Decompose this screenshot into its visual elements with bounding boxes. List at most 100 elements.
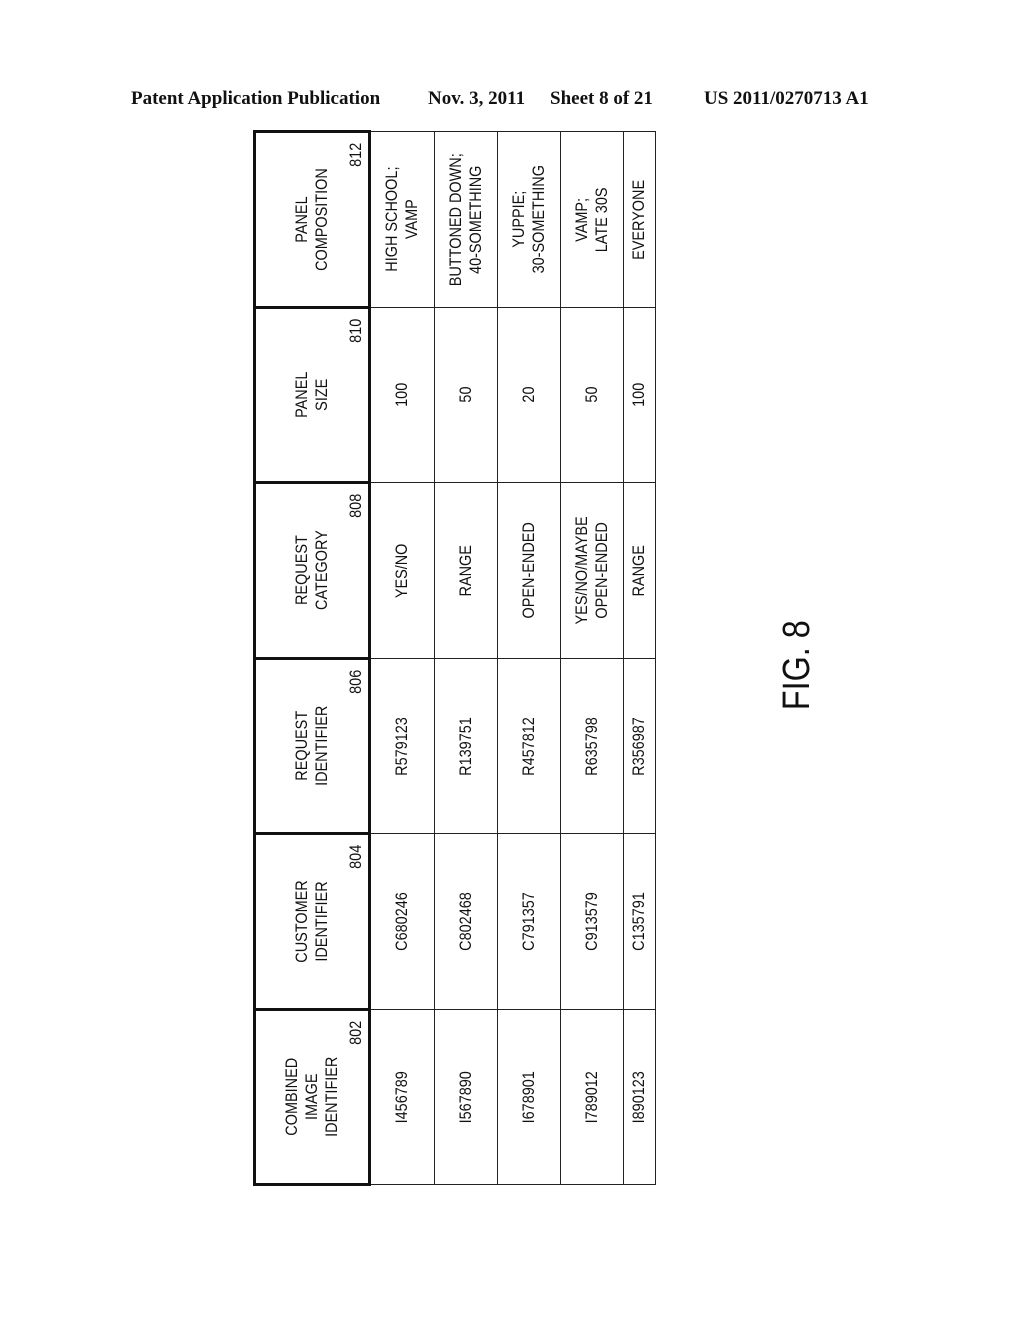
cell-text: C680246 xyxy=(392,892,412,951)
cell-text: RANGE xyxy=(455,544,475,597)
cell-text: 30-SOMETHING xyxy=(528,165,548,274)
table-row: I456789 C680246 R579123 YES/NO 100 HIGH SCHOO… xyxy=(369,131,435,1185)
table-cell: I890123 xyxy=(623,1009,656,1185)
column-header-line: REQUEST xyxy=(292,535,311,606)
sheet-number: Sheet 8 of 21 xyxy=(550,88,653,109)
table-cell: I789012 xyxy=(560,1009,624,1185)
table-cell: HIGH SCHOOL; VAMP xyxy=(369,131,435,308)
cell-text: 100 xyxy=(392,382,412,408)
publication-date: Nov. 3, 2011 xyxy=(428,88,526,109)
cell-text: BUTTONED DOWN; xyxy=(445,153,465,286)
table-cell: R356987 xyxy=(623,658,656,834)
table-cell: RANGE xyxy=(434,482,498,659)
cell-text: LATE 30S xyxy=(591,187,611,252)
cell-text: OPEN-ENDED xyxy=(591,522,611,619)
cell-text: HIGH SCHOOL; xyxy=(382,166,402,273)
cell-text: VAMP; xyxy=(571,197,591,242)
table-row: I567890 C802468 R139751 RANGE 50 BUTTONED DOW… xyxy=(434,131,498,1185)
reference-numeral: 804 xyxy=(346,845,365,870)
table-cell: 100 xyxy=(369,307,435,483)
cell-text: YES/NO/MAYBE xyxy=(571,516,591,625)
column-header-line: CATEGORY xyxy=(312,530,331,611)
cell-text: YES/NO xyxy=(392,543,412,598)
cell-text: R356987 xyxy=(629,716,649,776)
reference-numeral: 806 xyxy=(346,670,365,695)
cell-text: 100 xyxy=(629,382,649,408)
column-header-line: IDENTIFIER xyxy=(312,705,331,787)
table-cell: 100 xyxy=(623,307,656,483)
table-cell: R139751 xyxy=(434,658,498,834)
rotated-table-container: COMBINED IMAGE IDENTIFIER 802 CUSTOMER IDENTI… xyxy=(253,131,656,1186)
cell-text: R139751 xyxy=(455,716,475,776)
cell-text: 40-SOMETHING xyxy=(465,165,485,274)
table-cell: C680246 xyxy=(369,833,435,1010)
reference-numeral: 810 xyxy=(346,319,365,344)
cell-text: EVERYONE xyxy=(629,179,649,260)
table-cell: OPEN-ENDED xyxy=(497,482,561,659)
cell-text: 20 xyxy=(518,386,538,404)
column-header-line: SIZE xyxy=(312,378,331,412)
table-cell: EVERYONE xyxy=(623,131,656,308)
cell-text: R579123 xyxy=(392,716,412,776)
column-header-line: PANEL xyxy=(292,371,311,419)
table-cell: I456789 xyxy=(369,1009,435,1185)
column-header-line: IMAGE xyxy=(302,1073,321,1121)
column-header-line: REQUEST xyxy=(292,711,311,781)
column-header: COMBINED IMAGE IDENTIFIER 802 xyxy=(254,1009,370,1185)
table-cell: R457812 xyxy=(497,658,561,834)
table-cell: I678901 xyxy=(497,1009,561,1185)
cell-text: I890123 xyxy=(629,1070,649,1124)
cell-text: R635798 xyxy=(581,716,601,776)
cell-text: I456789 xyxy=(392,1070,412,1124)
cell-text: YUPPIE; xyxy=(508,190,528,249)
table-cell: YUPPIE; 30-SOMETHING xyxy=(497,131,561,308)
cell-text: 50 xyxy=(581,386,601,404)
cell-text: VAMP xyxy=(402,199,422,240)
table-cell: C135791 xyxy=(623,833,656,1010)
column-header: REQUEST IDENTIFIER 806 xyxy=(254,658,370,834)
table-cell: C913579 xyxy=(560,833,624,1010)
cell-text: 50 xyxy=(455,386,475,404)
table-cell: VAMP; LATE 30S xyxy=(560,131,624,308)
cell-text: OPEN-ENDED xyxy=(518,522,538,619)
column-header-line: IDENTIFIER xyxy=(322,1056,341,1138)
publication-title: Patent Application Publication xyxy=(131,88,381,109)
cell-text: I678901 xyxy=(518,1070,538,1124)
data-table: COMBINED IMAGE IDENTIFIER 802 CUSTOMER IDENTI… xyxy=(253,130,656,1186)
table-cell: YES/NO xyxy=(369,482,435,659)
table-cell: 20 xyxy=(497,307,561,483)
column-header-line: CUSTOMER xyxy=(292,880,311,963)
table-cell: R635798 xyxy=(560,658,624,834)
column-header: CUSTOMER IDENTIFIER 804 xyxy=(254,833,370,1010)
table-row: I789012 C913579 R635798 YES/NO/MAYBE OPEN-EN… xyxy=(560,131,624,1185)
cell-text: I567890 xyxy=(455,1070,475,1124)
cell-text: C791357 xyxy=(518,892,538,951)
column-header: REQUEST CATEGORY 808 xyxy=(254,482,370,659)
figure-label: FIG. 8 xyxy=(762,620,832,718)
cell-text: C802468 xyxy=(455,892,475,951)
column-header-line: COMPOSITION xyxy=(312,168,331,271)
reference-numeral: 802 xyxy=(346,1021,365,1046)
reference-numeral: 812 xyxy=(346,143,365,168)
table-cell: YES/NO/MAYBE OPEN-ENDED xyxy=(560,482,624,659)
figure-label-text: FIG. 8 xyxy=(776,620,818,711)
table-cell: BUTTONED DOWN; 40-SOMETHING xyxy=(434,131,498,308)
cell-text: C913579 xyxy=(581,892,601,951)
column-header-line: COMBINED xyxy=(282,1058,301,1136)
table-cell: R579123 xyxy=(369,658,435,834)
table-cell: 50 xyxy=(434,307,498,483)
cell-text: R457812 xyxy=(518,716,538,776)
column-header: PANEL COMPOSITION 812 xyxy=(254,131,370,308)
header-row: COMBINED IMAGE IDENTIFIER 802 CUSTOMER IDENTI… xyxy=(254,131,370,1185)
table-row: I890123 C135791 R356987 RANGE 100 EVERYONE xyxy=(623,131,656,1185)
table-cell: I567890 xyxy=(434,1009,498,1185)
table-cell: C791357 xyxy=(497,833,561,1010)
patent-number: US 2011/0270713 A1 xyxy=(704,88,869,109)
column-header-line: PANEL xyxy=(292,196,311,243)
reference-numeral: 808 xyxy=(346,494,365,519)
table-cell: RANGE xyxy=(623,482,656,659)
table-cell: C802468 xyxy=(434,833,498,1010)
table-cell: 50 xyxy=(560,307,624,483)
column-header: PANEL SIZE 810 xyxy=(254,307,370,483)
column-header-line: IDENTIFIER xyxy=(312,881,331,962)
